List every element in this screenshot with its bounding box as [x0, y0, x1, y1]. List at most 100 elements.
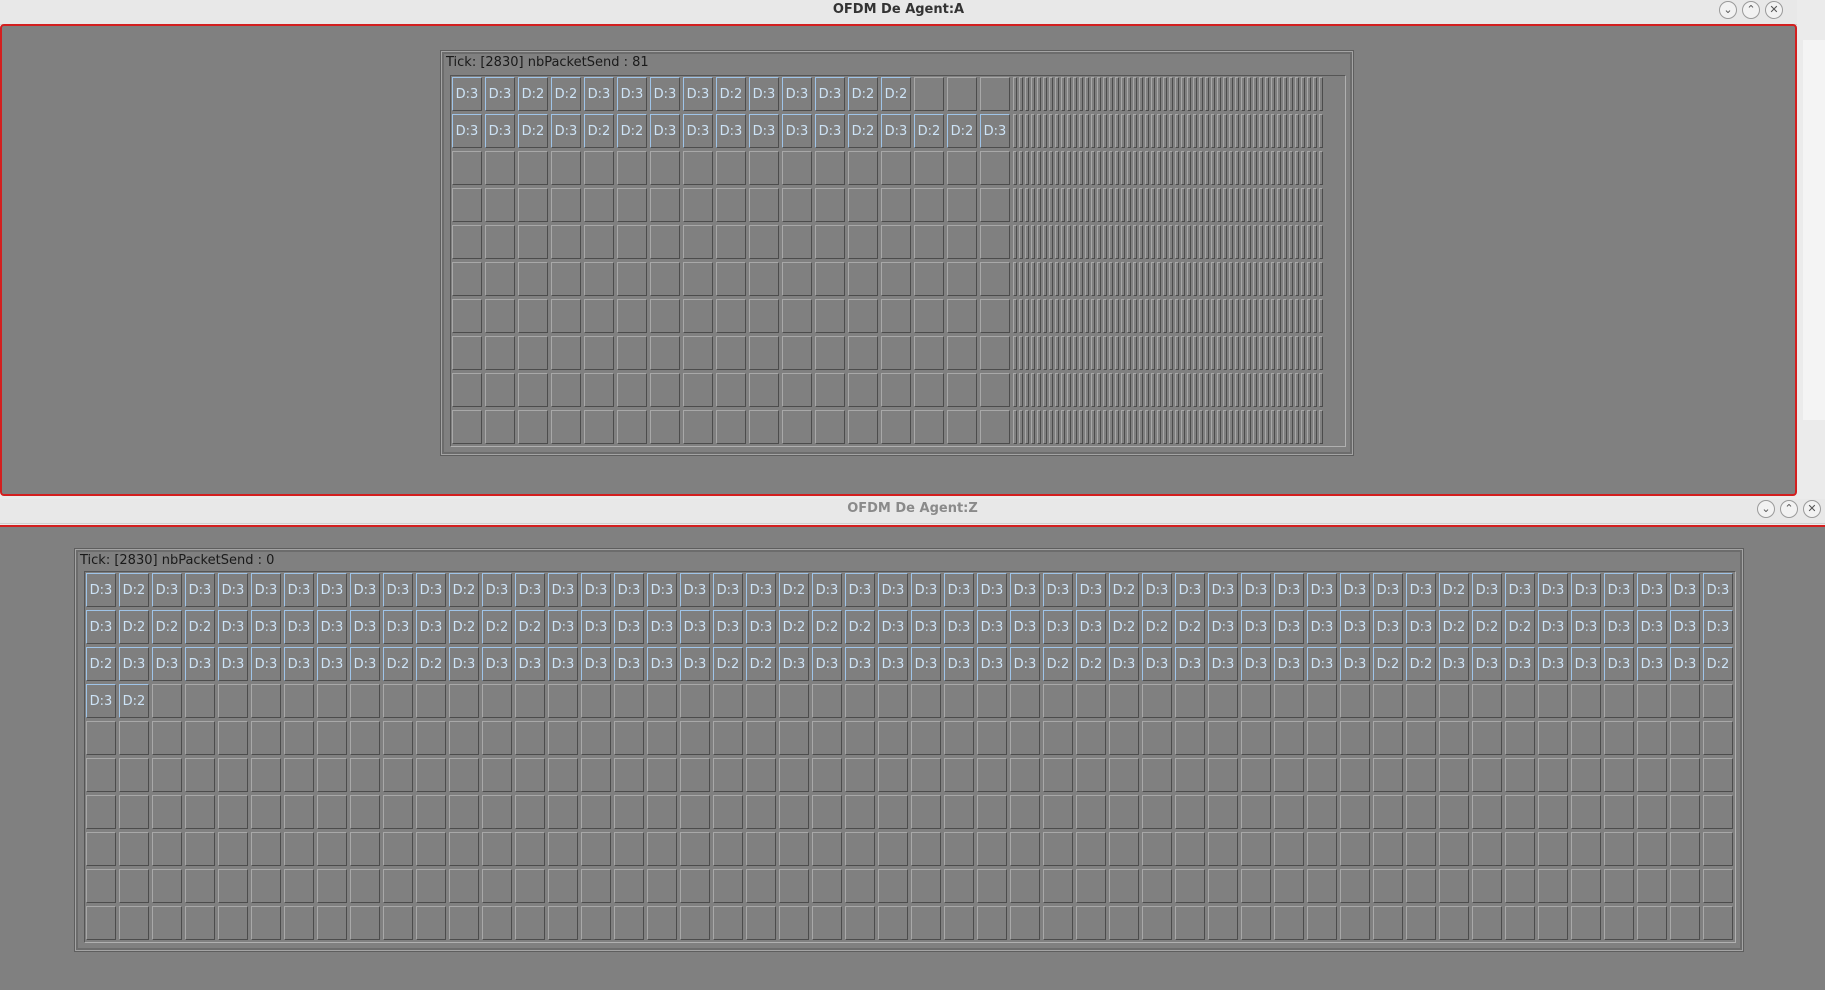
- minimize-button[interactable]: ⌄: [1757, 500, 1775, 518]
- empty-resource-block: [452, 410, 482, 444]
- empty-resource-block: [1055, 299, 1059, 333]
- resource-block: D:3: [1670, 647, 1700, 681]
- titlebar[interactable]: OFDM De Agent:A ⌄ ⌃ ✕: [0, 0, 1797, 25]
- empty-resource-block: [683, 299, 713, 333]
- resource-block: D:3: [683, 77, 713, 111]
- empty-resource-block: [1199, 299, 1203, 333]
- empty-resource-block: [1505, 869, 1535, 903]
- empty-resource-block: [779, 795, 809, 829]
- empty-resource-block: [1139, 225, 1143, 259]
- empty-resource-block: [1097, 373, 1101, 407]
- close-button[interactable]: ✕: [1803, 500, 1821, 518]
- empty-resource-block: [1031, 77, 1035, 111]
- empty-resource-block: [947, 151, 977, 185]
- resource-block: D:2: [1439, 573, 1469, 607]
- empty-resource-block: [1217, 410, 1221, 444]
- empty-resource-block: [1187, 410, 1191, 444]
- empty-resource-block: [1217, 336, 1221, 370]
- resource-block: D:2: [518, 77, 548, 111]
- empty-resource-block: [449, 721, 479, 755]
- empty-resource-block: [683, 373, 713, 407]
- resource-block: D:3: [1043, 610, 1073, 644]
- empty-resource-block: [1073, 373, 1077, 407]
- empty-resource-block: [1313, 410, 1317, 444]
- empty-resource-block: [1067, 77, 1071, 111]
- empty-resource-block: [1163, 410, 1167, 444]
- empty-resource-block: [452, 151, 482, 185]
- empty-resource-block: [650, 336, 680, 370]
- resource-block: D:3: [1703, 573, 1733, 607]
- resource-block: D:3: [977, 647, 1007, 681]
- empty-resource-block: [881, 410, 911, 444]
- empty-resource-block: [1571, 906, 1601, 940]
- empty-resource-block: [1169, 373, 1173, 407]
- empty-resource-block: [680, 795, 710, 829]
- empty-resource-block: [1373, 758, 1403, 792]
- empty-resource-block: [119, 869, 149, 903]
- empty-resource-block: [1109, 114, 1113, 148]
- maximize-button[interactable]: ⌃: [1742, 1, 1760, 19]
- empty-resource-block: [1265, 299, 1269, 333]
- empty-resource-block: [1406, 906, 1436, 940]
- empty-resource-block: [1175, 77, 1179, 111]
- empty-resource-block: [1313, 373, 1317, 407]
- window-content: Tick: [2830] nbPacketSend : 0 D:3 D:2 D:3 D…: [0, 525, 1825, 990]
- empty-resource-block: [581, 758, 611, 792]
- resource-block: D:3: [779, 647, 809, 681]
- empty-resource-block: [1247, 225, 1251, 259]
- empty-resource-block: [683, 151, 713, 185]
- empty-resource-block: [1049, 336, 1053, 370]
- maximize-button[interactable]: ⌃: [1780, 500, 1798, 518]
- chevron-down-icon: ⌄: [1723, 3, 1733, 16]
- empty-resource-block: [515, 758, 545, 792]
- resource-block: D:3: [515, 573, 545, 607]
- empty-resource-block: [980, 299, 1010, 333]
- empty-resource-block: [683, 336, 713, 370]
- empty-resource-block: [1217, 262, 1221, 296]
- empty-resource-block: [1274, 721, 1304, 755]
- empty-resource-block: [452, 336, 482, 370]
- empty-resource-block: [218, 684, 248, 718]
- empty-resource-block: [1637, 721, 1667, 755]
- empty-resource-block: [1271, 225, 1275, 259]
- empty-resource-block: [614, 832, 644, 866]
- resource-block: D:2: [947, 114, 977, 148]
- resource-block: D:3: [881, 114, 911, 148]
- empty-resource-block: [1205, 410, 1209, 444]
- empty-resource-block: [1037, 188, 1041, 222]
- empty-resource-block: [1274, 684, 1304, 718]
- empty-resource-block: [716, 373, 746, 407]
- chevron-up-icon: ⌃: [1784, 502, 1794, 515]
- resource-block: D:3: [383, 610, 413, 644]
- empty-resource-block: [1103, 114, 1107, 148]
- empty-resource-block: [1157, 77, 1161, 111]
- resource-block: D:3: [713, 610, 743, 644]
- empty-resource-block: [1295, 225, 1299, 259]
- empty-resource-block: [1181, 114, 1185, 148]
- resource-block: D:3: [944, 573, 974, 607]
- empty-resource-block: [1253, 225, 1257, 259]
- empty-resource-block: [680, 684, 710, 718]
- empty-resource-block: [881, 336, 911, 370]
- empty-resource-block: [1067, 151, 1071, 185]
- resource-block: D:3: [1670, 610, 1700, 644]
- titlebar[interactable]: OFDM De Agent:Z ⌄ ⌃ ✕: [0, 499, 1825, 524]
- empty-resource-block: [1307, 336, 1311, 370]
- empty-resource-block: [584, 262, 614, 296]
- empty-resource-block: [749, 225, 779, 259]
- empty-resource-block: [878, 684, 908, 718]
- window-title: OFDM De Agent:Z: [847, 501, 978, 516]
- empty-resource-block: [1067, 114, 1071, 148]
- empty-resource-block: [1031, 373, 1035, 407]
- empty-resource-block: [251, 832, 281, 866]
- empty-resource-block: [815, 410, 845, 444]
- empty-resource-block: [1604, 684, 1634, 718]
- minimize-button[interactable]: ⌄: [1719, 1, 1737, 19]
- close-button[interactable]: ✕: [1765, 1, 1783, 19]
- empty-resource-block: [1259, 188, 1263, 222]
- empty-resource-block: [1103, 77, 1107, 111]
- empty-resource-block: [1295, 262, 1299, 296]
- resource-block: D:2: [449, 610, 479, 644]
- empty-resource-block: [449, 832, 479, 866]
- empty-resource-block: [383, 721, 413, 755]
